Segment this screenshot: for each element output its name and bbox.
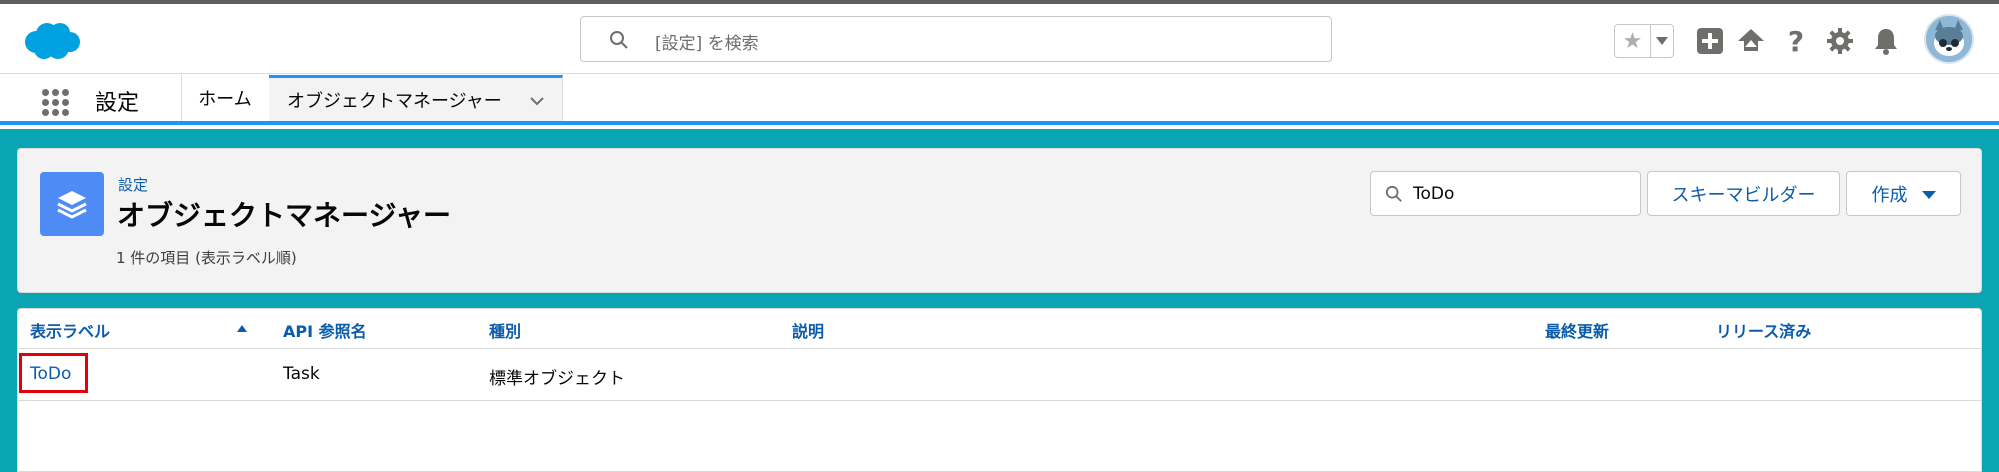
column-header-label[interactable]: 表示ラベル — [30, 318, 110, 342]
table-row: ToDo Task 標準オブジェクト — [18, 349, 1981, 401]
column-header-api-name[interactable]: API 参照名 — [283, 318, 367, 342]
app-launcher-icon[interactable] — [40, 87, 72, 119]
chevron-down-icon[interactable] — [528, 92, 546, 110]
breadcrumb[interactable]: 設定 — [118, 174, 148, 195]
column-header-deployed[interactable]: リリース済み — [1716, 318, 1811, 342]
create-button[interactable]: 作成 — [1846, 171, 1961, 216]
favorites-dropdown-icon[interactable] — [1651, 25, 1673, 57]
caret-down-icon — [1921, 191, 1936, 199]
column-header-description[interactable]: 説明 — [792, 318, 824, 342]
search-icon — [1385, 185, 1402, 202]
column-header-type[interactable]: 種別 — [489, 318, 521, 342]
page-header: 設定 オブジェクトマネージャー 1 件の項目 (表示ラベル順) ToDo スキー… — [17, 148, 1982, 293]
quick-find-value: ToDo — [1413, 184, 1455, 204]
favorites-control: ★ — [1614, 24, 1674, 58]
search-icon — [610, 31, 628, 49]
page-title: オブジェクトマネージャー — [117, 199, 452, 232]
object-type: 標準オブジェクト — [489, 369, 625, 389]
object-label-link[interactable]: ToDo — [30, 364, 71, 384]
global-search-box[interactable]: [設定] を検索 — [580, 16, 1332, 62]
global-search-placeholder: [設定] を検索 — [655, 34, 759, 54]
create-button-label: 作成 — [1871, 184, 1908, 206]
app-title: 設定 — [95, 91, 140, 116]
salesforce-logo[interactable] — [22, 20, 82, 62]
object-manager-layers-icon — [40, 172, 104, 236]
object-api-name: Task — [283, 364, 320, 384]
quick-find-input[interactable]: ToDo — [1370, 171, 1641, 216]
table-header: 表示ラベル API 参照名 種別 説明 最終更新 リリース済み — [18, 309, 1981, 349]
global-header: [設定] を検索 ★ ? — [0, 4, 1999, 74]
notifications-bell-icon[interactable] — [1870, 25, 1902, 57]
setup-gear-icon[interactable] — [1824, 25, 1856, 57]
help-icon[interactable]: ? — [1780, 25, 1812, 58]
item-count: 1 件の項目 (表示ラベル順) — [116, 249, 297, 267]
trailhead-guidance-icon[interactable] — [1735, 25, 1767, 57]
favorites-star-icon[interactable]: ★ — [1615, 25, 1651, 57]
column-header-last-modified[interactable]: 最終更新 — [1545, 318, 1609, 342]
app-navigation-bar: 設定 ホーム オブジェクトマネージャー — [0, 75, 1999, 125]
tab-object-manager-label: オブジェクトマネージャー — [287, 90, 502, 112]
schema-builder-button[interactable]: スキーマビルダー — [1647, 171, 1840, 216]
tab-home[interactable]: ホーム — [181, 75, 269, 121]
tab-object-manager[interactable]: オブジェクトマネージャー — [269, 75, 563, 121]
sort-ascending-icon[interactable] — [237, 325, 247, 332]
global-actions-add-icon[interactable] — [1694, 25, 1726, 57]
object-table: 表示ラベル API 参照名 種別 説明 最終更新 リリース済み ToDo Tas… — [17, 308, 1982, 472]
user-avatar[interactable] — [1924, 14, 1974, 64]
